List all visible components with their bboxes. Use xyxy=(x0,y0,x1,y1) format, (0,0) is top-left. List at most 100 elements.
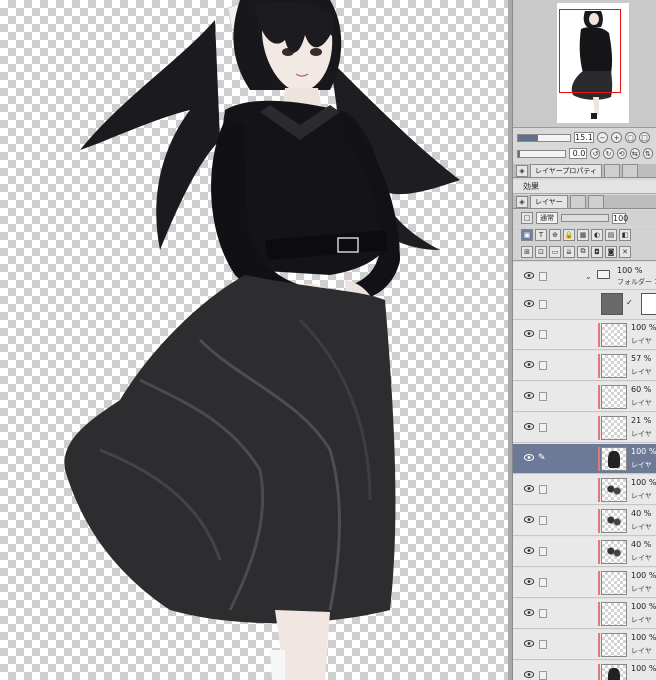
layer-name[interactable]: レイヤ xyxy=(631,367,652,377)
layer-name[interactable]: レイヤ xyxy=(631,646,652,656)
create-mask-icon[interactable]: ◘ xyxy=(591,245,603,258)
eye-icon[interactable] xyxy=(524,671,534,678)
lock-toggle[interactable] xyxy=(539,423,547,432)
layer-row[interactable]: ✎ 100 % レイヤ xyxy=(513,444,656,474)
drawing-canvas[interactable] xyxy=(0,0,508,680)
folder-layer[interactable]: ⌄ 100 % フォルダー 13 xyxy=(513,262,656,290)
layer-color-toggle-icon[interactable]: ◧ xyxy=(619,229,631,241)
layer-row[interactable]: 100 % レイヤ xyxy=(513,475,656,505)
layer-row[interactable]: 60 % レイヤ xyxy=(513,382,656,412)
mask-thumbnail[interactable] xyxy=(641,293,656,315)
zoom-in-icon[interactable]: + xyxy=(611,132,622,143)
eye-icon[interactable] xyxy=(524,300,534,307)
layer-thumbnail[interactable] xyxy=(601,354,627,378)
lock-toggle[interactable] xyxy=(539,578,547,587)
layer-thumbnail[interactable] xyxy=(601,478,627,502)
tab-property-3[interactable] xyxy=(621,164,638,177)
ruler-icon[interactable]: ▤ xyxy=(605,229,617,241)
eye-icon[interactable] xyxy=(524,330,534,337)
rotate-value[interactable]: 0.0 xyxy=(568,148,588,159)
eye-icon[interactable] xyxy=(524,578,534,585)
tab-layer-2[interactable] xyxy=(569,195,586,208)
fit-icon[interactable]: ▢ xyxy=(625,132,636,143)
tab-layer-3[interactable] xyxy=(587,195,604,208)
lock-toggle[interactable] xyxy=(539,609,547,618)
layer-row[interactable]: 40 % レイヤ xyxy=(513,537,656,567)
eye-icon[interactable] xyxy=(524,516,534,523)
combine-icon[interactable]: ⧉ xyxy=(577,245,589,258)
layer-row[interactable]: 100 % レイヤ xyxy=(513,320,656,350)
layer-thumbnail[interactable] xyxy=(601,385,627,409)
transfer-down-icon[interactable]: ⇊ xyxy=(563,245,575,258)
new-folder-icon[interactable]: ▭ xyxy=(549,245,561,258)
lock-toggle[interactable] xyxy=(539,640,547,649)
layer-name[interactable]: レイヤ xyxy=(631,336,652,346)
tab-layer-property[interactable]: レイヤープロパティ xyxy=(530,164,602,177)
layer-thumbnail[interactable] xyxy=(601,509,627,533)
lock-toggle[interactable] xyxy=(539,272,547,281)
chevron-down-icon[interactable]: ⌄ xyxy=(585,272,592,281)
flip-horizontal-icon[interactable]: ⇆ xyxy=(629,148,640,159)
eye-icon[interactable] xyxy=(524,361,534,368)
layer-name[interactable]: レイヤ xyxy=(631,615,652,625)
layer-name[interactable]: レイヤ xyxy=(631,398,652,408)
zoom-slider[interactable] xyxy=(517,133,571,142)
layer-color-icon[interactable]: □ xyxy=(521,212,533,224)
layer-thumbnail[interactable] xyxy=(601,540,627,564)
layer-name[interactable]: レイヤ xyxy=(631,584,652,594)
rotate-right-icon[interactable]: ↻ xyxy=(603,148,614,159)
lock-toggle[interactable] xyxy=(539,671,547,680)
actual-size-icon[interactable]: □ xyxy=(639,132,650,143)
new-vector-layer-icon[interactable]: ⊡ xyxy=(535,245,547,258)
eye-icon[interactable] xyxy=(524,485,534,492)
rotate-left-icon[interactable]: ↺ xyxy=(590,148,601,159)
lock-transparent-icon[interactable]: ▦ xyxy=(577,229,589,241)
layer-row[interactable]: 57 % レイヤ xyxy=(513,351,656,381)
reset-rotation-icon[interactable]: ⟲ xyxy=(616,148,627,159)
flip-vertical-icon[interactable]: ⇅ xyxy=(642,148,653,159)
new-raster-layer-icon[interactable]: ⊞ xyxy=(521,245,533,258)
layer-thumbnail[interactable] xyxy=(601,323,627,347)
layer-name[interactable]: レイヤ xyxy=(631,553,652,563)
eye-icon[interactable] xyxy=(524,423,534,430)
eye-icon[interactable] xyxy=(524,609,534,616)
eye-icon[interactable] xyxy=(524,547,534,554)
navigator-panel[interactable] xyxy=(513,0,656,128)
mask-layer[interactable]: ✓ xyxy=(513,290,656,320)
layer-name[interactable]: レイヤ xyxy=(631,460,652,470)
delete-layer-icon[interactable]: ✕ xyxy=(619,245,631,258)
draft-icon[interactable]: ⊕ xyxy=(549,229,561,241)
layer-name[interactable]: レイヤ xyxy=(631,491,652,501)
layer-row[interactable]: 100 % レイヤ xyxy=(513,599,656,629)
layer-thumbnail[interactable] xyxy=(601,633,627,657)
opacity-slider[interactable] xyxy=(561,214,609,222)
lock-toggle[interactable] xyxy=(539,516,547,525)
layer-row[interactable]: 100 % xyxy=(513,661,656,680)
lock-toggle[interactable] xyxy=(539,485,547,494)
lock-toggle[interactable] xyxy=(539,300,547,309)
eye-icon[interactable] xyxy=(524,392,534,399)
opacity-value[interactable]: 100 xyxy=(612,212,628,224)
layer-thumbnail[interactable] xyxy=(601,664,627,680)
mask-enable-icon[interactable]: ◐ xyxy=(591,229,603,241)
rotate-slider[interactable] xyxy=(517,149,566,158)
layer-row[interactable]: 40 % レイヤ xyxy=(513,506,656,536)
lock-toggle[interactable] xyxy=(539,330,547,339)
layer-row[interactable]: 100 % レイヤ xyxy=(513,568,656,598)
eye-icon[interactable] xyxy=(524,454,534,461)
apply-mask-icon[interactable]: ◙ xyxy=(605,245,617,258)
layer-thumbnail[interactable] xyxy=(601,571,627,595)
layer-thumbnail[interactable] xyxy=(601,447,627,471)
lock-toggle[interactable] xyxy=(539,547,547,556)
zoom-out-icon[interactable]: − xyxy=(597,132,608,143)
zoom-value[interactable]: 15.1 xyxy=(574,132,594,143)
tab-property-2[interactable] xyxy=(603,164,620,177)
eye-icon[interactable] xyxy=(524,640,534,647)
layer-name[interactable]: レイヤ xyxy=(631,429,652,439)
lock-toggle[interactable] xyxy=(539,392,547,401)
eye-icon[interactable] xyxy=(524,272,534,279)
lock-toggle[interactable] xyxy=(539,361,547,370)
clip-icon[interactable]: ▣ xyxy=(521,229,533,241)
layer-row[interactable]: 100 % レイヤ xyxy=(513,630,656,660)
layer-row[interactable]: 21 % レイヤ xyxy=(513,413,656,443)
